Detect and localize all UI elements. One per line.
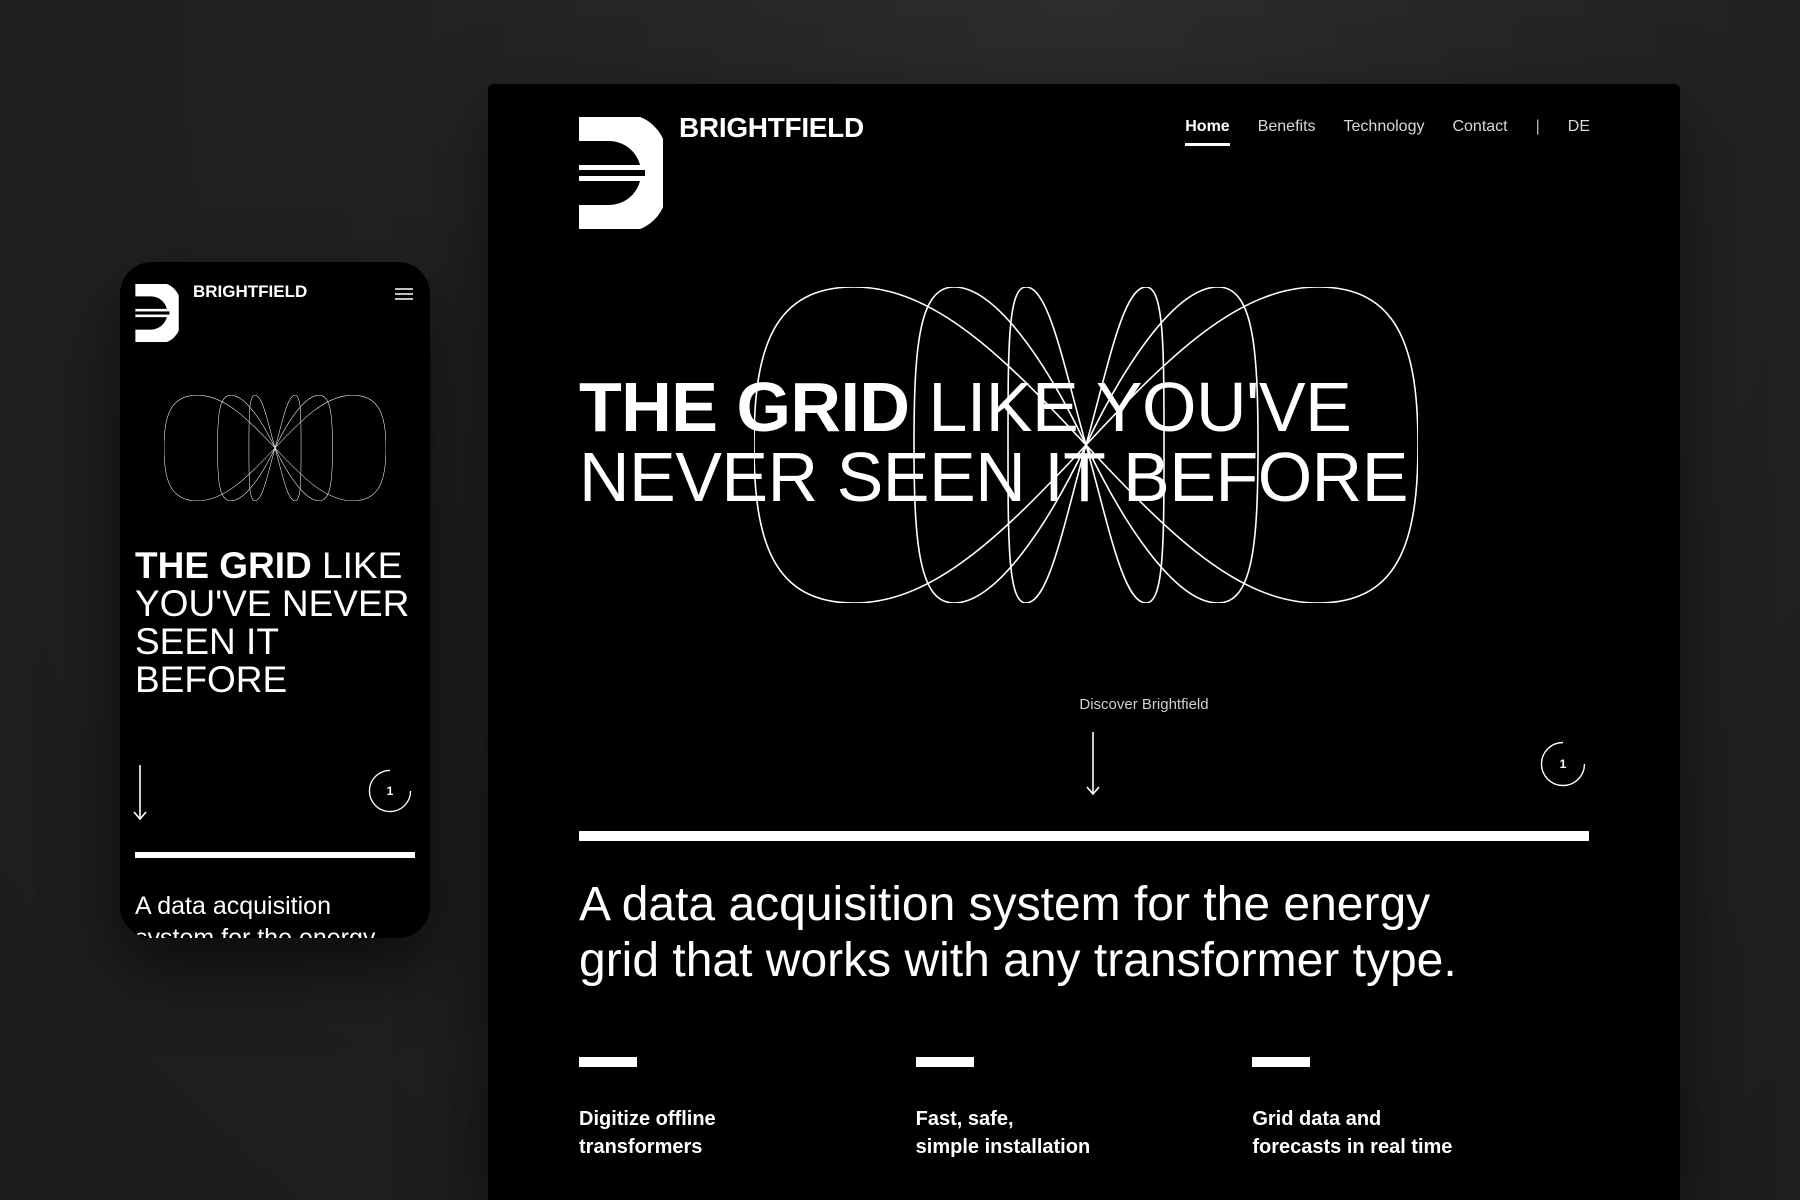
main-nav: Home Benefits Technology Contact | DE: [1185, 118, 1590, 146]
hero-title: THE GRID LIKE YOU'VE NEVER SEEN IT BEFORE: [579, 372, 1408, 512]
brightfield-logo-icon[interactable]: [579, 117, 663, 229]
feature-text: Digitize offline transformers: [579, 1108, 716, 1158]
feature-bar: [915, 1057, 974, 1067]
feature-bar: [579, 1057, 637, 1067]
nav-home[interactable]: Home: [1185, 118, 1231, 146]
hero-loops-graphic: [164, 395, 386, 501]
hero-title-bold: THE GRID: [135, 545, 312, 586]
brand-name[interactable]: BRIGHTFIELD: [193, 282, 307, 302]
tagline: A data acquisition system for the energy: [135, 892, 376, 938]
hero-title-rest: LIKE YOU'VE: [909, 368, 1352, 446]
tagline-line1: A data acquisition system for the energy: [579, 878, 1431, 931]
nav-separator: |: [1535, 118, 1540, 135]
mobile-screen: BRIGHTFIELD THE GRID LIKE YOU'VE NEVER S…: [120, 262, 430, 938]
feature-item: Grid data and forecasts in real time: [1252, 1057, 1589, 1161]
features-list: Digitize offline transformers Fast, safe…: [579, 1057, 1589, 1161]
nav-benefits[interactable]: Benefits: [1258, 118, 1316, 136]
hamburger-menu-icon[interactable]: [394, 286, 414, 302]
feature-text: Fast, safe, simple installation: [915, 1108, 1091, 1158]
slide-counter-number: 1: [1559, 757, 1567, 771]
slide-counter-number: 1: [386, 784, 394, 798]
nav-contact[interactable]: Contact: [1452, 118, 1507, 136]
tagline-line2: grid that works with any transformer typ…: [579, 934, 1457, 987]
slide-counter[interactable]: 1: [368, 769, 412, 813]
desktop-screen: BRIGHTFIELD Home Benefits Technology Con…: [488, 84, 1680, 1200]
brand-name[interactable]: BRIGHTFIELD: [679, 112, 864, 144]
tagline: A data acquisition system for the energy…: [579, 877, 1589, 989]
language-switch-de[interactable]: DE: [1568, 118, 1590, 136]
feature-item: Digitize offline transformers: [579, 1057, 916, 1161]
hero-title-line2: NEVER SEEN IT BEFORE: [579, 438, 1408, 516]
feature-bar: [1252, 1057, 1311, 1067]
slide-counter[interactable]: 1: [1540, 741, 1586, 787]
scroll-down-arrow-icon[interactable]: [1086, 732, 1100, 796]
scroll-down-arrow-icon[interactable]: [133, 765, 147, 821]
divider-rule: [579, 831, 1589, 841]
hero-title-bold: THE GRID: [579, 368, 910, 446]
nav-technology[interactable]: Technology: [1344, 118, 1425, 136]
feature-text: Grid data and forecasts in real time: [1252, 1108, 1453, 1158]
divider-rule: [135, 852, 415, 858]
discover-label[interactable]: Discover Brightfield: [488, 696, 1680, 713]
feature-item: Fast, safe, simple installation: [915, 1057, 1253, 1161]
brightfield-logo-icon[interactable]: [135, 284, 179, 342]
hero-title: THE GRID LIKE YOU'VE NEVER SEEN IT BEFOR…: [135, 547, 415, 699]
